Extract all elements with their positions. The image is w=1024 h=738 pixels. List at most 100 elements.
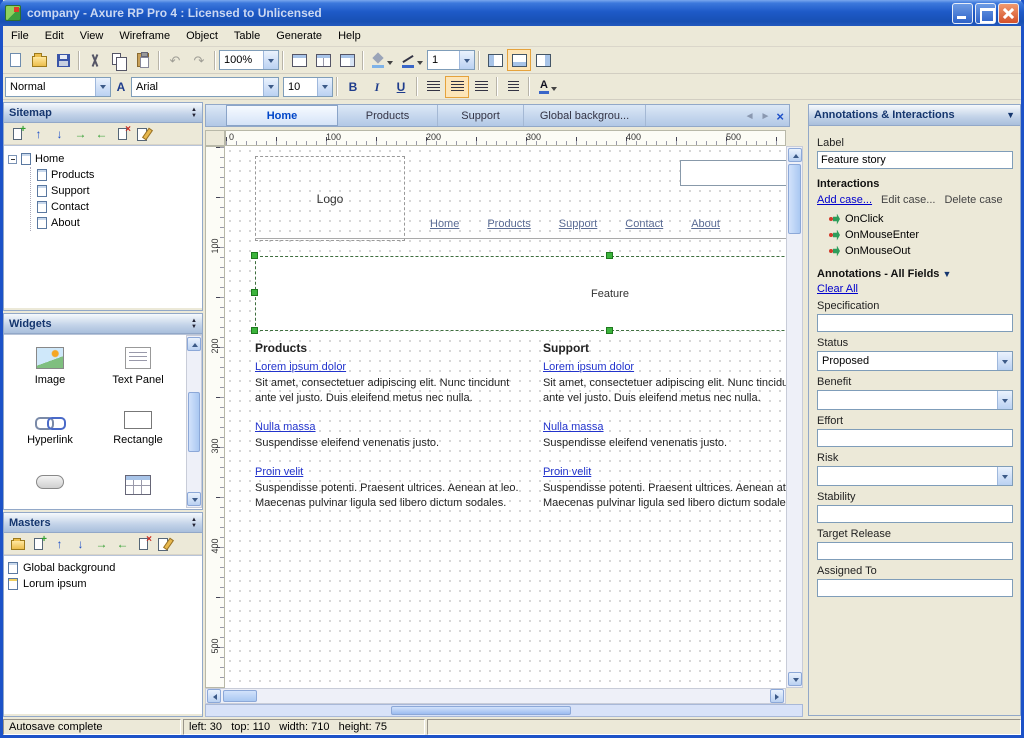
paste-button[interactable] [131,49,155,71]
dropdown-arrow-icon[interactable] [997,467,1012,485]
widget-table[interactable] [94,467,182,509]
tab-support[interactable]: Support [438,105,524,126]
target-release-input[interactable] [817,542,1013,560]
sitemap-item-products[interactable]: Products [37,167,198,183]
products-column[interactable]: Products Lorem ipsum dolor Sit amet, con… [255,341,533,525]
selection-handle[interactable] [606,327,613,334]
menu-wireframe[interactable]: Wireframe [111,28,178,44]
wireframe-canvas[interactable]: Logo Home Products Support Contact About… [225,146,786,688]
nav-link-about[interactable]: About [691,218,720,230]
open-button[interactable] [27,49,51,71]
tab-products[interactable]: Products [338,105,438,126]
panel-menu-icon[interactable]: ▼ [1006,110,1015,120]
delete-case-link[interactable]: Delete case [944,194,1002,206]
widget-rounded-rectangle[interactable] [6,467,94,509]
new-button[interactable] [3,49,27,71]
italic-button[interactable]: I [365,76,389,98]
font-select[interactable]: Arial [131,77,279,97]
widgets-scrollbar[interactable] [186,335,202,508]
bullet-list-button[interactable] [501,76,525,98]
master-item-lorum-ipsum[interactable]: Lorum ipsum [8,576,198,592]
sitemap-item-home[interactable]: Home [8,151,198,167]
undo-button[interactable]: ↶ [163,49,187,71]
nav-link-home[interactable]: Home [430,218,459,230]
indent-button[interactable]: → [70,124,91,143]
zoom-select[interactable]: 100% [219,50,279,70]
scroll-right-button[interactable] [770,689,784,703]
nav-link-contact[interactable]: Contact [625,218,663,230]
next-tab-icon[interactable]: ► [761,111,771,122]
status-select[interactable]: Proposed [817,351,1013,371]
wireframe-link[interactable]: Proin velit [255,465,533,480]
dropdown-arrow-icon[interactable] [263,78,278,96]
sitemap-panel-header[interactable]: Sitemap ▲▼ [4,103,202,123]
menu-help[interactable]: Help [330,28,369,44]
close-tab-icon[interactable]: × [776,109,784,124]
edit-page-button[interactable] [133,124,154,143]
outdent-button[interactable]: ← [112,534,133,553]
save-button[interactable] [51,49,75,71]
benefit-select[interactable] [817,390,1013,410]
dropdown-arrow-icon[interactable] [263,51,278,69]
sitemap-item-about[interactable]: About [37,215,198,231]
menu-view[interactable]: View [72,28,112,44]
selection-handle[interactable] [251,327,258,334]
insert-table-button[interactable] [335,49,359,71]
tab-global-background[interactable]: Global backgrou... [524,105,646,126]
bold-button[interactable]: B [341,76,365,98]
support-column[interactable]: Support Lorem ipsum dolor Sit amet, cons… [543,341,786,525]
assigned-to-input[interactable] [817,579,1013,597]
font-size-select[interactable]: 10 [283,77,333,97]
tab-home[interactable]: Home [226,105,338,126]
annotations-panel-header[interactable]: Annotations & Interactions ▼ [809,105,1020,126]
scrollbar-thumb[interactable] [223,690,257,702]
add-master-button[interactable]: + [28,534,49,553]
outdent-button[interactable]: ← [91,124,112,143]
edit-case-link[interactable]: Edit case... [881,194,935,206]
wireframe-link[interactable]: Nulla massa [255,420,533,435]
underline-button[interactable]: U [389,76,413,98]
event-onmouseout[interactable]: OnMouseOut [817,243,1012,259]
selection-handle[interactable] [251,289,258,296]
move-up-button[interactable]: ↑ [28,124,49,143]
move-down-button[interactable]: ↓ [70,534,91,553]
indent-button[interactable]: → [91,534,112,553]
generate-prototype-button[interactable] [287,49,311,71]
master-item-global-background[interactable]: Global background [8,560,198,576]
new-folder-button[interactable] [7,534,28,553]
scrollbar-thumb[interactable] [788,164,801,234]
cut-button[interactable] [83,49,107,71]
widget-hyperlink[interactable]: Hyperlink [6,403,94,467]
panel-collapse-icon[interactable]: ▲▼ [191,318,197,330]
sitemap-item-support[interactable]: Support [37,183,198,199]
scroll-down-button[interactable] [788,672,802,686]
feature-widget-selected[interactable]: Feature [255,256,786,331]
show-bottom-panel-button[interactable] [507,49,531,71]
bottom-scrollbar[interactable] [205,704,803,717]
nav-link-products[interactable]: Products [487,218,530,230]
scroll-up-button[interactable] [788,148,802,162]
collapse-node-icon[interactable] [8,155,17,164]
menu-object[interactable]: Object [178,28,226,44]
widget-image[interactable]: Image [6,339,94,403]
sitemap-item-contact[interactable]: Contact [37,199,198,215]
menu-table[interactable]: Table [226,28,268,44]
line-width-select[interactable]: 1 [427,50,475,70]
dropdown-arrow-icon[interactable] [997,352,1012,370]
scrollbar-thumb[interactable] [188,392,200,452]
selection-handle[interactable] [606,252,613,259]
menu-edit[interactable]: Edit [37,28,72,44]
show-right-panel-button[interactable] [531,49,555,71]
menu-file[interactable]: File [3,28,37,44]
dropdown-arrow-icon[interactable] [997,391,1012,409]
dropdown-arrow-icon[interactable] [95,78,110,96]
maximize-button[interactable] [975,3,996,24]
panel-collapse-icon[interactable]: ▲▼ [191,107,197,119]
risk-select[interactable] [817,466,1013,486]
stability-input[interactable] [817,505,1013,523]
align-center-button[interactable] [445,76,469,98]
close-button[interactable] [998,3,1019,24]
show-left-panel-button[interactable] [483,49,507,71]
event-onclick[interactable]: OnClick [817,211,1012,227]
logo-placeholder[interactable]: Logo [255,156,405,241]
